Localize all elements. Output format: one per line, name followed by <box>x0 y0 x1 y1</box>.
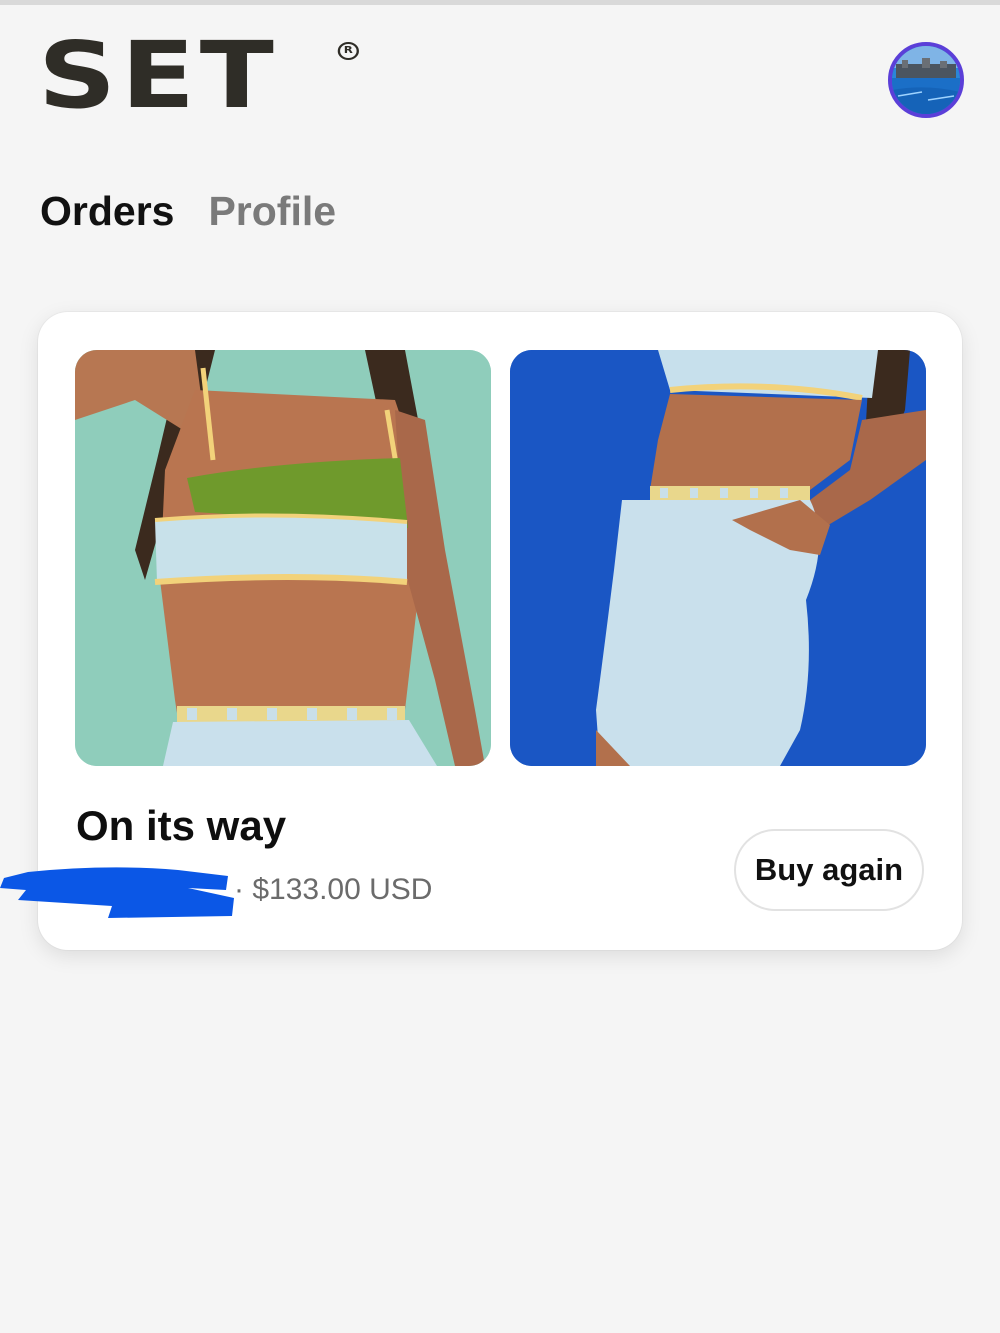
order-status: On its way <box>76 802 287 849</box>
redaction-scribble <box>0 867 234 918</box>
buy-again-button[interactable]: Buy again <box>734 829 924 911</box>
registered-mark-icon: R <box>337 42 359 60</box>
product-image-biker-shorts[interactable] <box>510 350 926 766</box>
tab-orders[interactable]: Orders <box>40 186 174 236</box>
top-divider <box>0 0 1000 5</box>
profile-avatar[interactable] <box>888 42 964 118</box>
product-image-sports-bra[interactable] <box>75 350 491 766</box>
logo-text: SET <box>38 22 279 129</box>
order-card[interactable]: On its way · $133.00 USD Buy again <box>38 312 962 950</box>
order-total: · $133.00 USD <box>234 873 433 906</box>
biker-shorts-photo-icon <box>510 350 926 766</box>
sports-bra-photo-icon <box>75 350 491 766</box>
account-tabs: Orders Profile <box>40 186 336 236</box>
brand-logo[interactable]: SET R <box>38 30 359 122</box>
tab-profile[interactable]: Profile <box>208 186 336 236</box>
avatar-photo-icon <box>892 46 960 114</box>
